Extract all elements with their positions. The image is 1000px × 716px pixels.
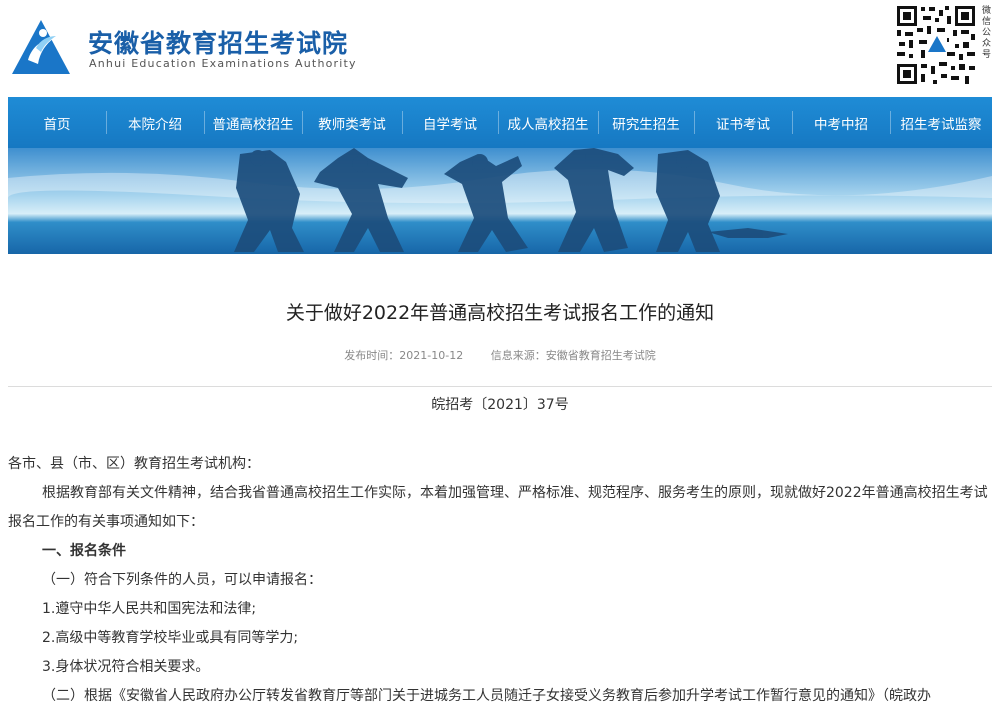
article-body: 各市、县（市、区）教育招生考试机构： 根据教育部有关文件精神，结合我省普通高校招…	[8, 450, 992, 711]
banner-image	[8, 148, 992, 254]
publish-time: 发布时间：2021-10-12	[344, 349, 464, 362]
article-meta: 发布时间：2021-10-12 信息来源：安徽省教育招生考试院	[0, 347, 1000, 363]
document-number: 皖招考〔2021〕37号	[431, 397, 569, 413]
nav-item-college-admission[interactable]: 普通高校招生	[204, 97, 302, 148]
subsection-1: （一）符合下列条件的人员，可以申请报名：	[42, 572, 322, 588]
main-nav: 首页 本院介绍 普通高校招生 教师类考试 自学考试 成人高校招生 研究生招生 证…	[8, 97, 992, 148]
divider	[8, 386, 992, 387]
site-name[interactable]: 安徽省教育招生考试院	[88, 24, 348, 60]
salutation: 各市、县（市、区）教育招生考试机构：	[8, 456, 260, 472]
nav-item-self-study-exam[interactable]: 自学考试	[402, 97, 498, 148]
section-heading: 一、报名条件	[42, 543, 126, 559]
qr-code-icon	[895, 4, 977, 86]
nav-item-high-school-admission[interactable]: 中考中招	[792, 97, 890, 148]
info-source: 信息来源：安徽省教育招生考试院	[490, 349, 656, 362]
nav-item-about[interactable]: 本院介绍	[106, 97, 204, 148]
nav-item-teacher-exam[interactable]: 教师类考试	[302, 97, 402, 148]
nav-item-home[interactable]: 首页	[8, 97, 106, 148]
qr-caption: 微信公众号	[982, 6, 992, 60]
subsection-2: （二）根据《安徽省人民政府办公厅转发省教育厅等部门关于进城务工人员随迁子女接受义…	[42, 688, 931, 704]
logo-icon[interactable]	[10, 18, 72, 76]
list-item: 1.遵守中华人民共和国宪法和法律;	[42, 601, 257, 617]
article-title: 关于做好2022年普通高校招生考试报名工作的通知	[285, 302, 715, 324]
nav-item-graduate-admission[interactable]: 研究生招生	[598, 97, 694, 148]
nav-item-certificate-exam[interactable]: 证书考试	[694, 97, 792, 148]
nav-item-exam-supervision[interactable]: 招生考试监察	[890, 97, 992, 148]
site-header: 安徽省教育招生考试院 Anhui Education Examinations …	[0, 0, 1000, 96]
intro-paragraph: 根据教育部有关文件精神，结合我省普通高校招生工作实际，本着加强管理、严格标准、规…	[8, 485, 988, 530]
list-item: 2.高级中等教育学校毕业或具有同等学力;	[42, 630, 299, 646]
site-name-english: Anhui Education Examinations Authority	[89, 57, 357, 70]
nav-item-adult-college[interactable]: 成人高校招生	[498, 97, 598, 148]
list-item: 3.身体状况符合相关要求。	[42, 659, 210, 675]
